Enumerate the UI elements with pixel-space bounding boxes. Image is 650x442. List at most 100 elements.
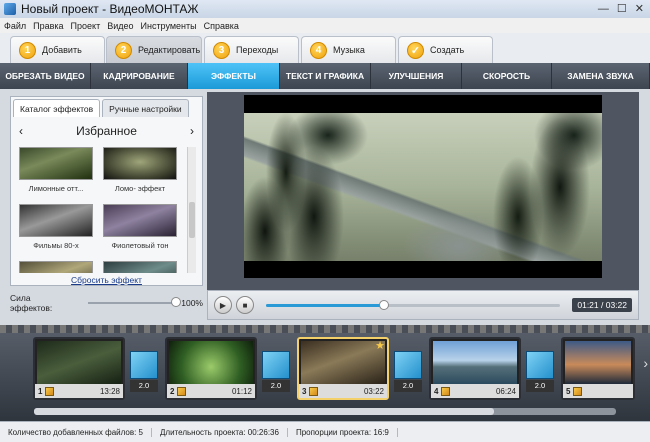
tab-enhance[interactable]: УЛУЧШЕНИЯ xyxy=(371,63,462,89)
timeline-scrollbar[interactable] xyxy=(34,408,616,415)
tab-speed[interactable]: СКОРОСТЬ xyxy=(462,63,552,89)
effect-strength: Сила эффектов: 100% xyxy=(10,289,203,317)
transition[interactable]: 2.0 xyxy=(130,351,158,393)
category-title: Избранное xyxy=(76,124,137,138)
tab-trim[interactable]: ОБРЕЗАТЬ ВИДЕО xyxy=(0,63,91,89)
transition-duration: 2.0 xyxy=(130,380,158,392)
timeline: 1 13:28 2.0 2 01:12 2.0 ★ 3 03:22 2.0 4 06:2… xyxy=(0,325,650,421)
effects-scrollbar[interactable] xyxy=(187,147,196,273)
effect-thumbnail xyxy=(103,204,177,237)
transition-icon xyxy=(526,351,554,379)
step-add[interactable]: 1 Добавить xyxy=(10,36,105,63)
progress-knob[interactable] xyxy=(378,299,389,310)
timeline-clip[interactable]: 2 01:12 xyxy=(165,337,257,400)
timeline-clip[interactable]: 1 13:28 xyxy=(33,337,125,400)
video-preview xyxy=(207,92,639,290)
effect-tile[interactable]: Фиолетовый тон xyxy=(103,204,177,250)
category-nav: ‹ Избранное › xyxy=(11,121,202,141)
reset-effect-link[interactable]: Сбросить эффект xyxy=(11,275,202,285)
strength-label: Сила эффектов: xyxy=(10,293,53,313)
strength-slider[interactable] xyxy=(88,297,182,307)
edit-subtabs: ОБРЕЗАТЬ ВИДЕО КАДРИРОВАНИЕ ЭФФЕКТЫ ТЕКС… xyxy=(0,63,650,89)
step-label: Создать xyxy=(430,45,465,55)
maximize-icon[interactable]: ☐ xyxy=(617,0,627,18)
effect-tile[interactable]: Фильмы 80-х xyxy=(19,204,93,250)
effect-thumbnail xyxy=(19,147,93,180)
tab-effects[interactable]: ЭФФЕКТЫ xyxy=(188,63,280,89)
effect-thumbnail xyxy=(103,261,177,273)
step-transitions[interactable]: 3 Переходы xyxy=(204,36,299,63)
minimize-icon[interactable]: — xyxy=(598,0,609,18)
effects-panel: Каталог эффектов Ручные настройки ‹ Избр… xyxy=(10,96,203,286)
step-label: Музыка xyxy=(333,45,365,55)
effect-label: Лимонные отт... xyxy=(28,184,84,193)
step-edit[interactable]: 2 Редактировать xyxy=(106,36,202,63)
tab-crop[interactable]: КАДРИРОВАНИЕ xyxy=(91,63,188,89)
edit-pencil-icon[interactable] xyxy=(177,386,187,396)
timeline-clip[interactable]: 5 xyxy=(561,337,635,400)
effect-tile[interactable] xyxy=(103,261,177,273)
step-label: Редактировать xyxy=(138,45,201,55)
step-label: Переходы xyxy=(236,45,279,55)
scrollbar-thumb[interactable] xyxy=(34,408,494,415)
timeline-clip-selected[interactable]: ★ 3 03:22 xyxy=(297,337,389,400)
transition[interactable]: 2.0 xyxy=(394,351,422,393)
transition-icon xyxy=(262,351,290,379)
step-music[interactable]: 4 Музыка xyxy=(301,36,396,63)
play-button[interactable]: ▶ xyxy=(214,296,232,314)
project-ratio: Пропорции проекта: 16:9 xyxy=(288,427,398,437)
effect-label: Фильмы 80-х xyxy=(33,241,79,250)
edit-pencil-icon[interactable] xyxy=(309,386,319,396)
timeline-clip[interactable]: 4 06:24 xyxy=(429,337,521,400)
effect-tile[interactable] xyxy=(19,261,93,273)
transition-duration: 2.0 xyxy=(394,380,422,392)
step-tabs: 1 Добавить 2 Редактировать 3 Переходы 4 … xyxy=(0,33,650,63)
status-bar: Количество добавленных файлов: 5 Длитель… xyxy=(0,421,650,442)
edit-pencil-icon[interactable] xyxy=(441,386,451,396)
chevron-right-icon[interactable]: › xyxy=(643,355,648,371)
time-display: 01:21 / 03:22 xyxy=(572,298,632,312)
menu-file[interactable]: Файл xyxy=(4,21,26,31)
title-bar: Новый проект - ВидеоМОНТАЖ — ☐ ✕ xyxy=(0,0,650,18)
chevron-left-icon[interactable]: ‹ xyxy=(19,124,23,138)
effects-grid: Лимонные отт... Ломо- эффект Фильмы 80-х… xyxy=(19,147,184,273)
clip-number: 2 xyxy=(170,386,175,396)
transition[interactable]: 2.0 xyxy=(526,351,554,393)
clip-number: 4 xyxy=(434,386,439,396)
close-icon[interactable]: ✕ xyxy=(635,0,644,18)
slider-knob[interactable] xyxy=(171,297,182,307)
transition-icon xyxy=(394,351,422,379)
video-frame[interactable] xyxy=(244,95,602,278)
chevron-right-icon[interactable]: › xyxy=(190,124,194,138)
menu-project[interactable]: Проект xyxy=(71,21,101,31)
transition[interactable]: 2.0 xyxy=(262,351,290,393)
transition-icon xyxy=(130,351,158,379)
tab-text-graphics[interactable]: ТЕКСТ И ГРАФИКА xyxy=(280,63,371,89)
transition-duration: 2.0 xyxy=(262,380,290,392)
step-number-icon: 4 xyxy=(310,41,327,59)
tab-replace-sound[interactable]: ЗАМЕНА ЗВУКА xyxy=(552,63,650,89)
menu-edit[interactable]: Правка xyxy=(33,21,63,31)
step-create[interactable]: ✓ Создать xyxy=(398,36,493,63)
effect-tile[interactable]: Ломо- эффект xyxy=(103,147,177,193)
step-number-icon: 1 xyxy=(19,41,36,59)
menu-video[interactable]: Видео xyxy=(107,21,133,31)
effect-label: Ломо- эффект xyxy=(114,184,166,193)
edit-pencil-icon[interactable] xyxy=(573,386,583,396)
menu-tools[interactable]: Инструменты xyxy=(141,21,197,31)
effect-tile[interactable]: Лимонные отт... xyxy=(19,147,93,193)
tab-effects-catalog[interactable]: Каталог эффектов xyxy=(13,99,101,117)
stop-button[interactable]: ■ xyxy=(236,296,254,314)
clip-duration: 01:12 xyxy=(231,386,252,396)
edit-pencil-icon[interactable] xyxy=(45,386,55,396)
effect-label: Фиолетовый тон xyxy=(111,241,169,250)
window-title: Новый проект - ВидеоМОНТАЖ xyxy=(21,2,199,16)
menu-help[interactable]: Справка xyxy=(204,21,239,31)
tab-manual-settings[interactable]: Ручные настройки xyxy=(102,99,189,117)
content-area: Каталог эффектов Ручные настройки ‹ Избр… xyxy=(0,89,650,325)
step-number-icon: 3 xyxy=(213,41,230,59)
playback-progress[interactable] xyxy=(266,299,561,310)
step-label: Добавить xyxy=(42,45,82,55)
clip-duration: 03:22 xyxy=(363,386,384,396)
strength-value: 100% xyxy=(181,298,203,308)
